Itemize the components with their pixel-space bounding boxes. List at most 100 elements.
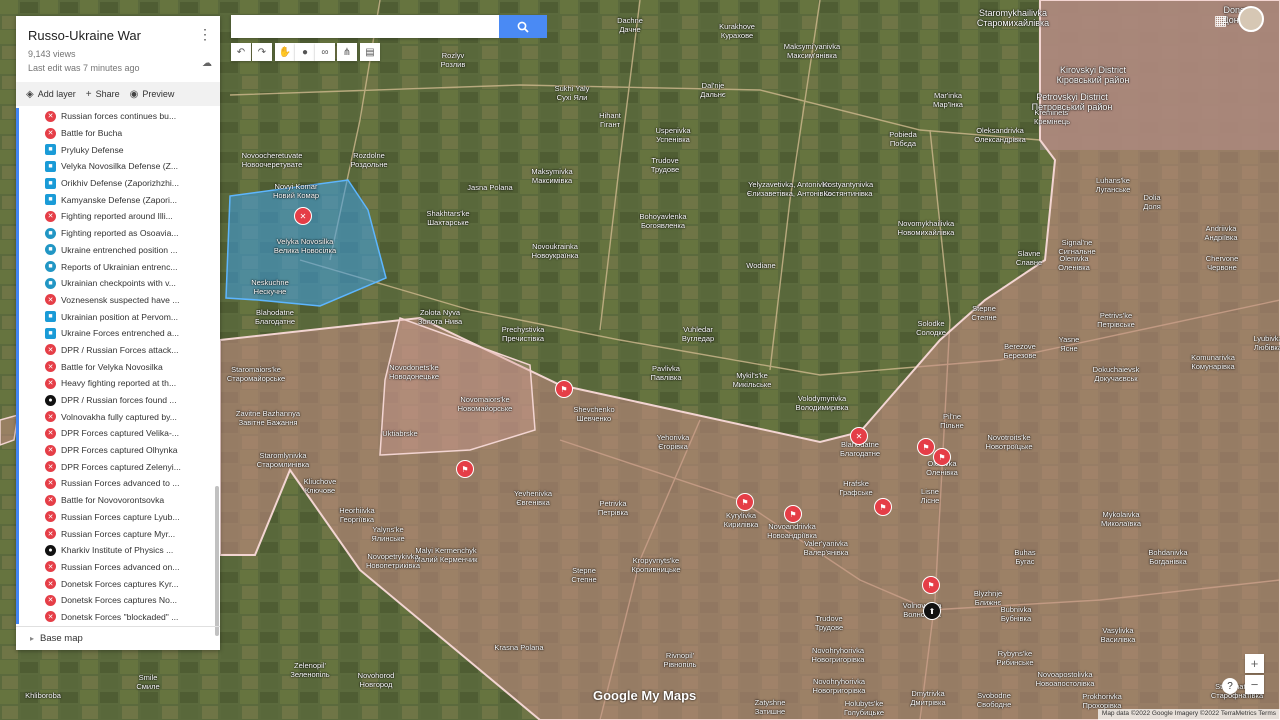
place-label: Mar'inka Мар'їнка [933, 91, 963, 109]
place-label: Staromykhailivka Старомихайлівка [977, 8, 1049, 28]
place-name-cyrillic: Степне [971, 312, 997, 322]
directions-button[interactable]: ⋔ [337, 43, 357, 61]
base-map-toggle[interactable]: ▸ Base map [16, 626, 220, 650]
layer-item[interactable]: ✕ Russian Forces advanced on... [19, 559, 220, 576]
flag-marker-icon[interactable]: ⚑ [874, 498, 892, 516]
flag-marker-icon[interactable]: ⚑ [736, 493, 754, 511]
layer-item-label: DPR / Russian Forces attack... [61, 344, 179, 355]
place-name-cyrillic: Благодатне [254, 316, 296, 326]
layer-item[interactable]: ■ Ukraine Forces entrenched a... [19, 325, 220, 342]
preview-button[interactable]: ◉ Preview [130, 89, 175, 100]
place-name-cyrillic: Трудове [650, 164, 680, 174]
layer-item[interactable]: ■ Ukrainian position at Pervom... [19, 308, 220, 325]
place-label: Novoocheretuvate Новоочеретувате [242, 151, 303, 169]
flag-marker-icon[interactable]: ⚑ [456, 460, 474, 478]
layer-item[interactable]: ✕ Battle for Novovorontsovka [19, 492, 220, 509]
layer-item-label: DPR Forces captured Velika-... [61, 428, 179, 439]
layer-item[interactable]: ■ Kamyanske Defense (Zapori... [19, 191, 220, 208]
defense-marker-icon: ■ [45, 177, 56, 189]
battle-marker-icon[interactable]: ✕ [294, 207, 312, 225]
layer-item[interactable]: ✕ DPR Forces captured Olhynka [19, 442, 220, 459]
layer-item[interactable]: ✕ DPR Forces captured Velika-... [19, 425, 220, 442]
avatar[interactable] [1238, 6, 1264, 32]
layer-item[interactable]: ■ Ukraine entrenched position ... [19, 242, 220, 259]
place-name-cyrillic: Новомайорське [457, 403, 513, 413]
layer-item[interactable]: ● DPR / Russian forces found ... [19, 392, 220, 409]
redo-button[interactable]: ↷ [252, 43, 272, 61]
place-name-cyrillic: Свободне [976, 699, 1012, 709]
place-name-cyrillic: Сухі Яли [556, 92, 588, 102]
layer-item-label: Pryluky Defense [61, 144, 124, 155]
layer-item[interactable]: ■ Reports of Ukrainian entrenc... [19, 258, 220, 275]
layer-item[interactable]: ■ Pryluky Defense [19, 141, 220, 158]
place-label: Volodymyrivka Володимирівка [796, 394, 849, 412]
layer-list[interactable]: ✕ Russian forces continues bu... ✕ Battle f… [16, 108, 220, 624]
add-layer-button[interactable]: ◈ Add layer [26, 89, 76, 100]
place-name-cyrillic: Успенівка [656, 134, 690, 144]
map-title[interactable]: Russo-Ukraine War [28, 28, 208, 43]
layer-item[interactable]: ■ Velyka Novosilka Defense (Z... [19, 158, 220, 175]
layer-item[interactable]: ✕ Volnovakha fully captured by... [19, 408, 220, 425]
draw-line-button[interactable]: ∞ [315, 43, 335, 61]
flag-marker-icon[interactable]: ⚑ [555, 380, 573, 398]
layer-item[interactable]: ✕ Fighting reported around Illi... [19, 208, 220, 225]
place-label: Heorhiivka Георгіївка [339, 506, 375, 524]
place-label: Andriivka Андріївка [1204, 224, 1237, 242]
place-label: Pavlivka Павлівка [650, 364, 681, 382]
layer-item[interactable]: ● Kharkiv Institute of Physics ... [19, 542, 220, 559]
place-name-cyrillic: Георгіївка [339, 514, 375, 524]
more-options-icon[interactable]: ⋮ [198, 26, 212, 43]
layer-item-label: Heavy fighting reported at th... [61, 378, 177, 389]
zoom-in-button[interactable]: + [1245, 654, 1264, 673]
help-button[interactable]: ? [1222, 678, 1238, 694]
share-button[interactable]: + Share [86, 89, 120, 100]
flag-marker-icon[interactable]: ⚑ [933, 448, 951, 466]
add-marker-button[interactable]: ● [295, 43, 315, 61]
layer-item[interactable]: ✕ Russian Forces capture Lyub... [19, 509, 220, 526]
scrollbar[interactable] [215, 486, 219, 636]
layer-item[interactable]: ✕ Donetsk Forces "blockaded" ... [19, 609, 220, 624]
place-name-cyrillic: Степне [571, 574, 597, 584]
search-input[interactable] [231, 15, 499, 38]
place-name-cyrillic: Богданівка [1149, 556, 1187, 566]
pan-tool-button[interactable]: ✋ [275, 43, 295, 61]
place-label: Signal'ne Сигнальне [1058, 238, 1095, 256]
place-label: Solodke Солодке [916, 319, 946, 337]
place-label: Novomykhailivka Новомихайлівка [898, 219, 955, 237]
place-label: Lyubivka Любівка [1253, 334, 1280, 352]
layer-item[interactable]: ✕ DPR Forces captured Zelenyi... [19, 458, 220, 475]
layer-item[interactable]: ✕ DPR / Russian Forces attack... [19, 342, 220, 359]
place-label: Maksymi'yanivka Максим'янівка [784, 42, 840, 60]
battle-marker-icon[interactable]: ✕ [850, 427, 868, 445]
place-label: Vasylivka Василівка [1101, 626, 1136, 644]
place-label: Wodiane [746, 261, 775, 271]
layer-item[interactable]: ✕ Heavy fighting reported at th... [19, 375, 220, 392]
layer-item[interactable]: ■ Fighting reported as Osoavia... [19, 225, 220, 242]
layer-item[interactable]: ✕ Donetsk Forces captures Kyr... [19, 575, 220, 592]
apps-grid-icon[interactable]: ▦ [1214, 12, 1227, 29]
layer-item[interactable]: ■ Orikhiv Defense (Zaporizhzhi... [19, 175, 220, 192]
place-name-cyrillic: Зеленопіль [290, 669, 330, 679]
layer-item[interactable]: ✕ Battle for Velyka Novosilka [19, 358, 220, 375]
layer-item[interactable]: ✕ Voznesensk suspected have ... [19, 292, 220, 309]
undo-button[interactable]: ↶ [231, 43, 251, 61]
place-label: Sukhi Yaly Сухі Яли [555, 84, 590, 102]
flag-marker-icon[interactable]: ⚑ [784, 505, 802, 523]
combat-marker-icon: ✕ [45, 444, 56, 456]
measure-button[interactable]: ▤ [360, 43, 380, 61]
layer-item[interactable]: ✕ Russian forces continues bu... [19, 108, 220, 125]
layer-item-label: Ukrainian position at Pervom... [61, 311, 179, 322]
combat-marker-icon: ✕ [45, 594, 56, 606]
flag-marker-icon[interactable]: ⚑ [922, 576, 940, 594]
layer-item[interactable]: ✕ Russian Forces capture Myr... [19, 525, 220, 542]
place-label: Yasne Ясне [1059, 335, 1080, 353]
layer-item[interactable]: ✕ Battle for Bucha [19, 125, 220, 142]
layer-item[interactable]: ✕ Russian Forces advanced to ... [19, 475, 220, 492]
flag-marker-icon[interactable]: ⚑ [917, 438, 935, 456]
zoom-out-button[interactable]: − [1245, 675, 1264, 694]
place-name-cyrillic: Малий Керменчик [414, 554, 478, 564]
search-button[interactable] [499, 15, 547, 38]
layer-item[interactable]: ■ Ukrainian checkpoints with v... [19, 275, 220, 292]
radiation-marker-icon[interactable]: ⬆ [923, 602, 941, 620]
layer-item[interactable]: ✕ Donetsk Forces captures No... [19, 592, 220, 609]
